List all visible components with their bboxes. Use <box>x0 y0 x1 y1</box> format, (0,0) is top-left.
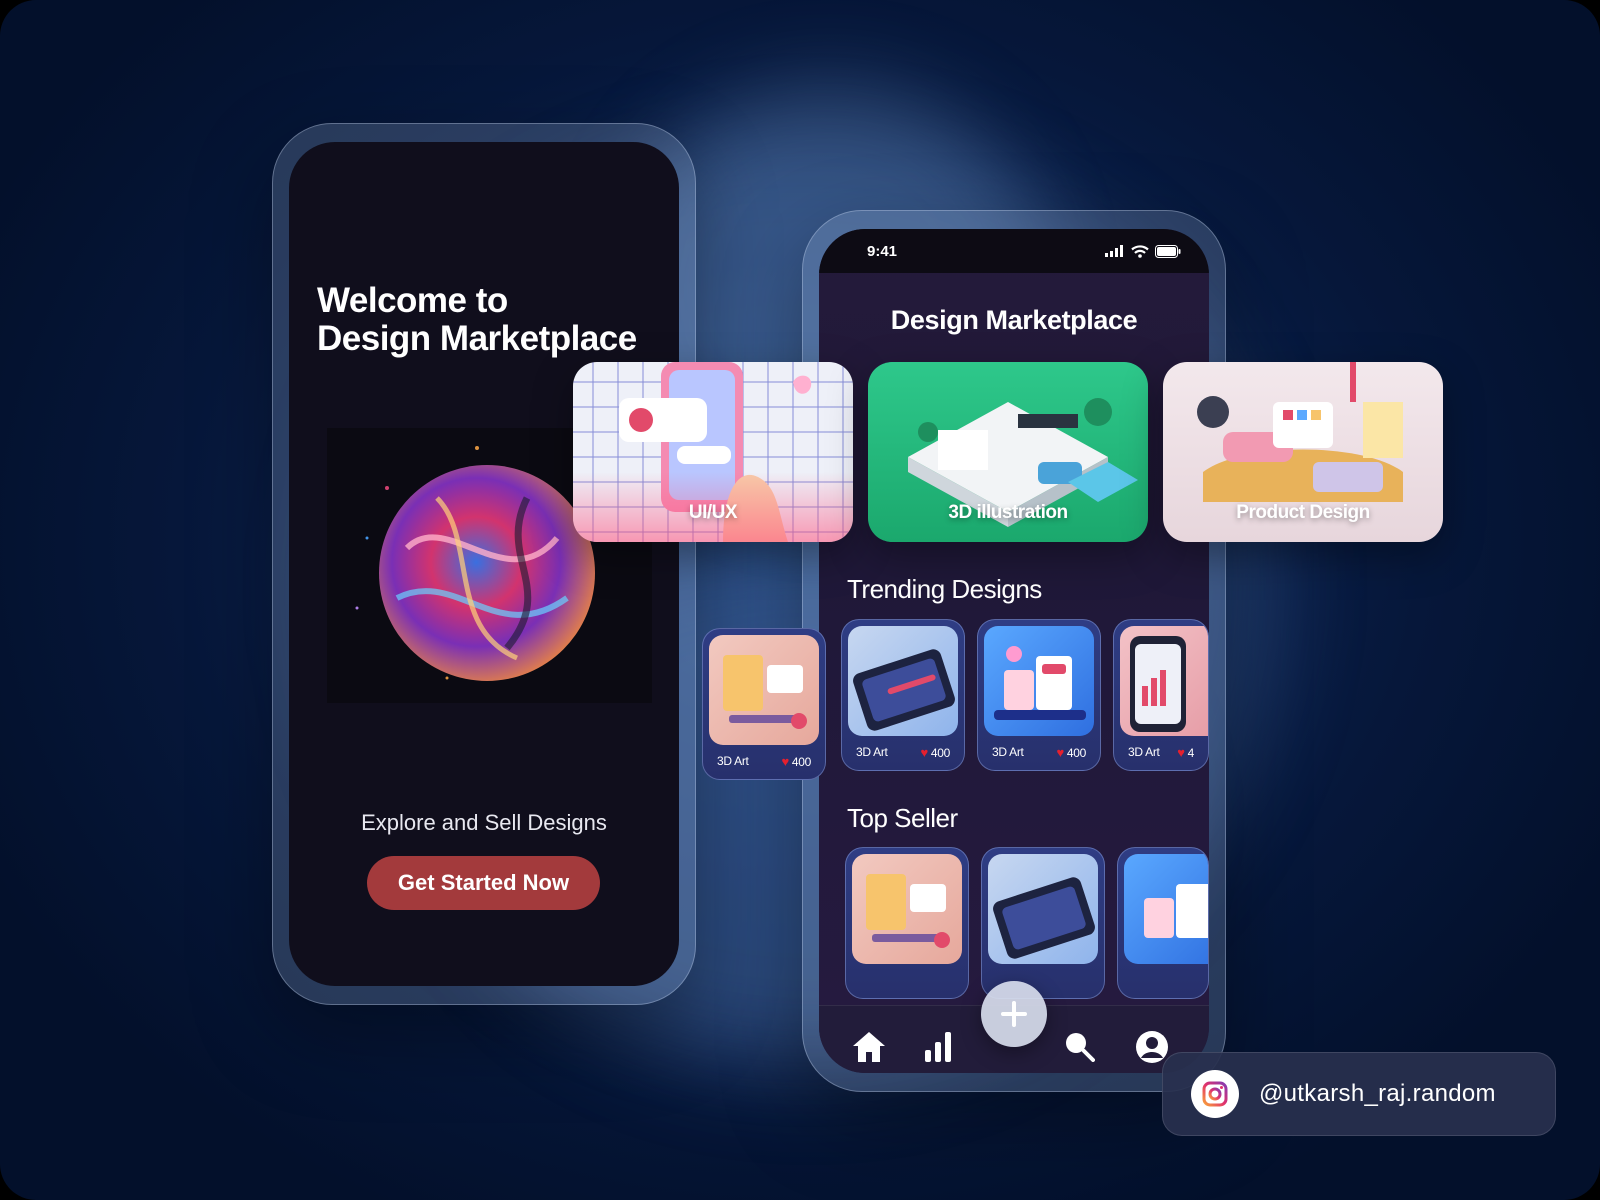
card-tag: 3D Art <box>856 745 888 759</box>
category-card-product-design[interactable]: Product Design <box>1163 362 1443 542</box>
heart-icon[interactable]: ♥ <box>781 754 789 769</box>
app-title: Design Marketplace <box>890 305 1138 335</box>
trending-card[interactable]: 3D Art ♥ 4 <box>1113 619 1209 771</box>
instagram-badge[interactable]: @utkarsh_raj.random <box>1162 1052 1556 1136</box>
like-count: 400 <box>930 745 950 760</box>
design-thumbnail <box>1124 854 1208 964</box>
card-tag: 3D Art <box>992 745 1024 759</box>
top-seller-title: Top Seller <box>847 803 958 833</box>
card-tag: 3D Art <box>717 754 749 768</box>
status-time: 9:41 <box>867 242 898 260</box>
plus-icon <box>1001 1001 1027 1027</box>
category-card-uiux[interactable]: UI/UX <box>573 362 853 542</box>
add-button[interactable] <box>981 981 1047 1047</box>
heart-icon[interactable]: ♥ <box>1177 745 1185 760</box>
instagram-icon <box>1191 1070 1239 1118</box>
trending-card[interactable]: 3D Art ♥ 400 <box>702 628 826 780</box>
category-label: UI/UX <box>688 502 738 523</box>
status-bar: 9:41 <box>819 229 1209 273</box>
design-thumbnail <box>988 854 1098 964</box>
design-thumbnail <box>709 635 819 745</box>
top-seller-card[interactable] <box>845 847 969 999</box>
trending-card[interactable]: 3D Art ♥ 400 <box>977 619 1101 771</box>
welcome-phone-frame: Welcome to Design Marketplace Explore an… <box>272 123 696 1005</box>
heart-icon[interactable]: ♥ <box>1056 745 1064 760</box>
design-thumbnail <box>1120 626 1208 736</box>
category-label: 3D illustration <box>948 502 1068 523</box>
welcome-screen: Welcome to Design Marketplace Explore an… <box>289 142 679 986</box>
signal-icon <box>1105 245 1123 257</box>
trending-card[interactable]: 3D Art ♥ 400 <box>841 619 965 771</box>
category-label: Product Design <box>1236 502 1370 523</box>
welcome-subtitle: Explore and Sell Designs <box>361 810 607 835</box>
get-started-button[interactable]: Get Started Now <box>367 856 600 910</box>
wifi-icon <box>1131 244 1149 258</box>
search-icon[interactable] <box>1063 1030 1103 1070</box>
home-phone-frame: 9:41 Design Marketplace Trending Designs… <box>802 210 1226 1092</box>
trending-title: Trending Designs <box>847 574 1042 604</box>
like-count: 4 <box>1187 745 1195 760</box>
design-thumbnail <box>852 854 962 964</box>
design-thumbnail <box>984 626 1094 736</box>
background: Welcome to Design Marketplace Explore an… <box>0 0 1600 1200</box>
instagram-handle: @utkarsh_raj.random <box>1259 1080 1496 1107</box>
home-icon[interactable] <box>851 1030 891 1070</box>
heart-icon[interactable]: ♥ <box>920 745 928 760</box>
like-count: 400 <box>791 754 811 769</box>
top-seller-card[interactable] <box>981 847 1105 999</box>
home-screen: 9:41 Design Marketplace Trending Designs… <box>819 229 1209 1073</box>
welcome-title: Welcome to Design Marketplace <box>317 281 637 358</box>
like-count: 400 <box>1066 745 1086 760</box>
stats-icon[interactable] <box>923 1030 963 1070</box>
battery-icon <box>1155 244 1181 258</box>
design-thumbnail <box>848 626 958 736</box>
category-card-3d-illustration[interactable]: 3D illustration <box>868 362 1148 542</box>
card-tag: 3D Art <box>1128 745 1160 759</box>
top-seller-card[interactable] <box>1117 847 1209 999</box>
